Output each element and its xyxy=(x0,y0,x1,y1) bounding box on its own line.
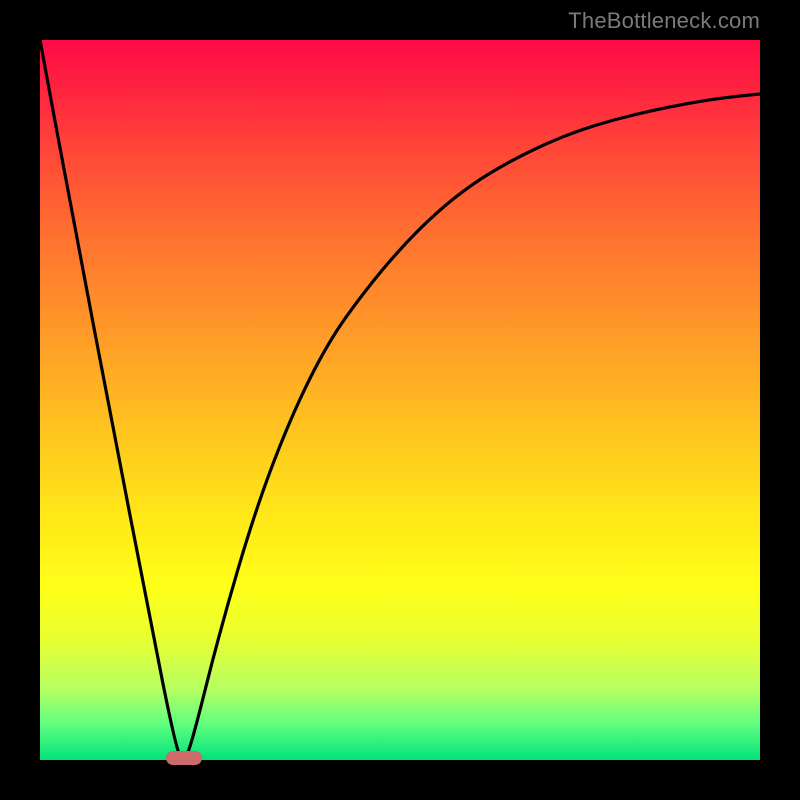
chart-frame: TheBottleneck.com xyxy=(0,0,800,800)
curve-layer xyxy=(40,40,760,760)
optimal-marker xyxy=(166,751,202,765)
bottleneck-curve xyxy=(40,40,760,758)
plot-area xyxy=(40,40,760,760)
watermark-text: TheBottleneck.com xyxy=(568,8,760,34)
